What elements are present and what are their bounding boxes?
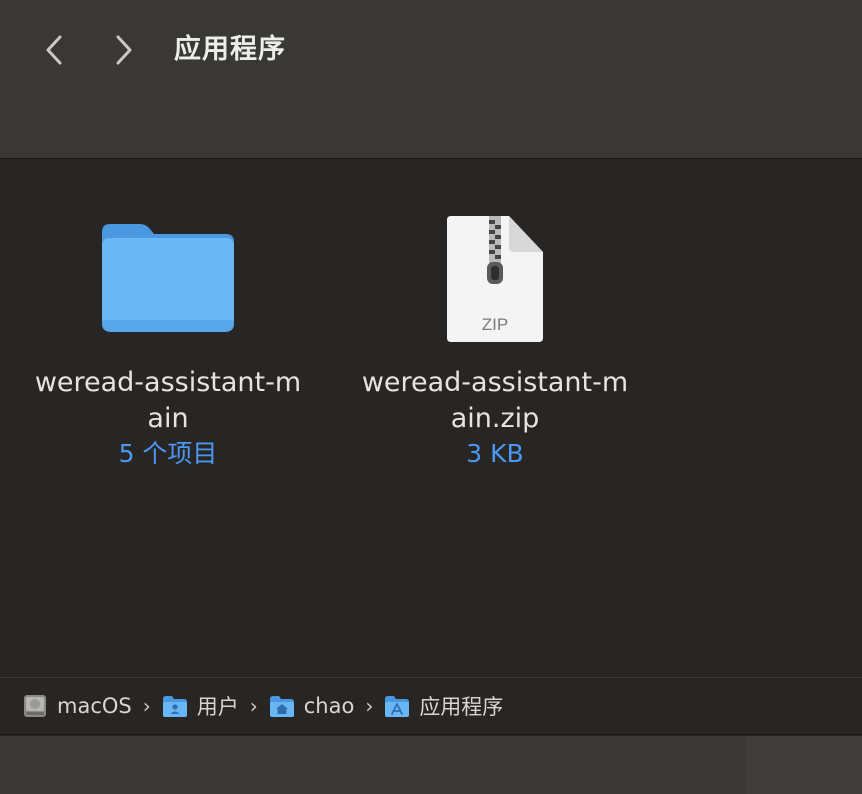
file-name: weread-assistant-main.zip bbox=[361, 367, 629, 434]
forward-button[interactable] bbox=[104, 30, 144, 70]
users-folder-icon bbox=[162, 694, 188, 718]
toolbar: 应用程序 bbox=[0, 0, 862, 159]
zip-badge: ZIP bbox=[482, 315, 508, 334]
path-separator: › bbox=[249, 694, 258, 718]
path-item-label: 用户 bbox=[196, 695, 239, 719]
path-item-label: macOS bbox=[57, 694, 132, 718]
window-title: 应用程序 bbox=[174, 34, 286, 65]
chevron-right-icon bbox=[116, 35, 132, 65]
status-bar-resize-area bbox=[745, 736, 862, 794]
folder-icon bbox=[98, 209, 238, 349]
path-item-applications[interactable]: 应用程序 bbox=[384, 691, 503, 721]
path-item-users[interactable]: 用户 bbox=[162, 691, 239, 721]
back-button[interactable] bbox=[34, 30, 74, 70]
path-item-label: 应用程序 bbox=[419, 695, 504, 719]
hard-drive-icon bbox=[22, 693, 48, 719]
chevron-left-icon bbox=[46, 35, 62, 65]
file-meta: 3 KB bbox=[466, 439, 524, 468]
applications-folder-icon bbox=[384, 694, 410, 718]
file-item-zip[interactable]: ZIP weread-assistant-main.zip 3 KB bbox=[350, 209, 640, 471]
path-separator: › bbox=[365, 694, 374, 718]
status-bar bbox=[0, 736, 862, 794]
file-name: weread-assistant-main bbox=[34, 367, 302, 434]
file-item-folder[interactable]: weread-assistant-main 5 个项目 bbox=[23, 209, 313, 471]
path-bar: macOS › 用户 › chao › 应用程序 bbox=[0, 677, 862, 735]
path-item-macos[interactable]: macOS bbox=[22, 693, 132, 719]
path-item-chao[interactable]: chao bbox=[269, 694, 355, 718]
home-folder-icon bbox=[269, 694, 295, 718]
path-separator: › bbox=[142, 694, 151, 718]
path-item-label: chao bbox=[303, 694, 355, 718]
zip-archive-icon: ZIP bbox=[425, 209, 565, 349]
file-meta: 5 个项目 bbox=[118, 439, 218, 468]
file-grid: weread-assistant-main 5 个项目 ZIP weread-a… bbox=[0, 159, 862, 677]
